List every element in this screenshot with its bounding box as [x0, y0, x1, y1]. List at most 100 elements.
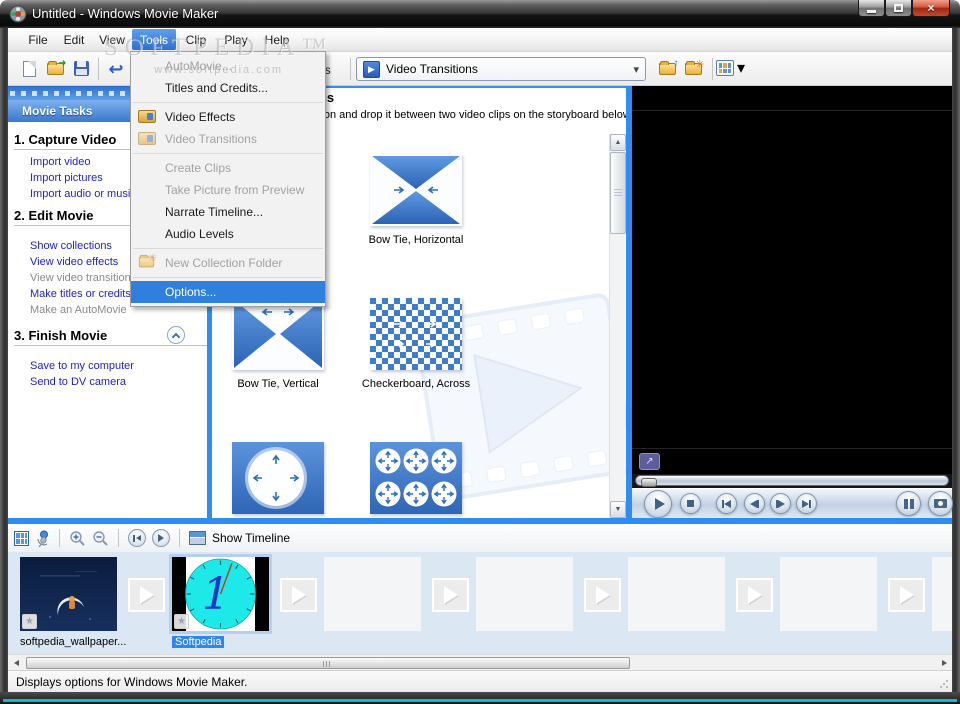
storyboard-empty-slot[interactable]	[780, 557, 877, 631]
menu-file[interactable]: File	[20, 29, 56, 50]
scroll-down-button[interactable]: ▼	[610, 501, 626, 518]
task-link-import-video[interactable]: Import video	[30, 156, 91, 168]
transition-checkerboard-across[interactable]	[370, 298, 462, 370]
finish-movie-heading[interactable]: 3. Finish Movie	[14, 328, 107, 343]
seek-track[interactable]	[635, 475, 949, 487]
scroll-right-button[interactable]	[936, 656, 952, 670]
fullscreen-button[interactable]: ↗	[639, 453, 660, 470]
close-button[interactable]: ×	[912, 0, 950, 17]
resize-grip[interactable]	[939, 679, 949, 689]
narrate-mic-icon[interactable]	[35, 530, 50, 547]
take-picture-button[interactable]	[928, 491, 953, 516]
menu-item-create-clips[interactable]: Create Clips	[131, 157, 325, 179]
scrollbar-thumb[interactable]	[26, 657, 630, 669]
transition-bowtie-vertical[interactable]	[232, 298, 324, 370]
open-project-button[interactable]: ➜	[42, 56, 68, 82]
menu-clip[interactable]: Clip	[176, 29, 216, 50]
menu-item-automovie[interactable]: AutoMovie...	[131, 55, 325, 77]
play-button[interactable]	[644, 490, 672, 518]
content-scrollbar[interactable]: ▲ ▼	[609, 134, 626, 518]
storyboard-clip-2[interactable]: 1 ★	[169, 554, 272, 634]
save-project-button[interactable]	[68, 56, 94, 82]
step-back-button[interactable]	[744, 493, 765, 514]
up-one-level-button[interactable]: ↑	[654, 56, 680, 82]
scroll-left-icon	[13, 660, 19, 666]
task-link-make-titles[interactable]: Make titles or credits	[30, 288, 131, 300]
collection-selector-combobox[interactable]: ▶ Video Transitions ▾	[356, 57, 646, 81]
step-forward-button[interactable]	[770, 493, 791, 514]
transition-arrow-icon	[139, 586, 154, 604]
task-link-show-collections[interactable]: Show collections	[30, 240, 112, 252]
video-effects-icon	[138, 110, 156, 123]
movie-maker-window: Untitled - Windows Movie Maker × File Ed…	[0, 0, 960, 704]
scroll-up-button[interactable]: ▲	[610, 134, 626, 151]
task-link-send-dv[interactable]: Send to DV camera	[30, 376, 126, 388]
menu-item-take-picture[interactable]: Take Picture from Preview	[131, 179, 325, 201]
task-link-save-computer[interactable]: Save to my computer	[30, 360, 134, 372]
menu-item-titles-credits[interactable]: Titles and Credits...	[131, 77, 325, 99]
task-link-view-video-effects[interactable]: View video effects	[30, 256, 118, 268]
undo-button[interactable]: ↩	[103, 56, 129, 82]
next-frame-button[interactable]	[796, 493, 817, 514]
capture-video-heading[interactable]: 1. Capture Video	[14, 132, 116, 147]
transition-slot-1[interactable]	[128, 578, 165, 612]
show-timeline-button[interactable]: Show Timeline	[212, 531, 290, 545]
stop-button[interactable]	[680, 493, 701, 514]
scroll-left-button[interactable]	[8, 656, 24, 670]
transition-slot-5[interactable]	[736, 578, 773, 612]
menu-tools[interactable]: Tools	[132, 29, 176, 50]
storyboard-empty-slot[interactable]	[324, 557, 421, 631]
video-transitions-icon	[138, 132, 156, 145]
transition-slot-3[interactable]	[432, 578, 469, 612]
zoom-out-icon[interactable]	[92, 530, 109, 547]
new-project-button[interactable]	[16, 56, 42, 82]
split-clip-button[interactable]	[896, 491, 921, 516]
step-back-icon	[750, 499, 757, 508]
clip-label-selected[interactable]: Softpedia	[172, 636, 225, 648]
storyboard-empty-slot[interactable]	[628, 557, 725, 631]
minimize-icon	[867, 9, 876, 13]
transition-bowtie-horizontal[interactable]	[370, 154, 462, 226]
transition-circles[interactable]	[370, 442, 462, 514]
minimize-button[interactable]	[858, 0, 885, 17]
split-icon	[903, 498, 914, 509]
collapse-section-button[interactable]	[167, 326, 185, 344]
task-link-import-pictures[interactable]: Import pictures	[30, 172, 103, 184]
new-collection-button[interactable]: ✳	[680, 56, 706, 82]
camera-icon	[934, 499, 947, 508]
expand-icon: ↗	[645, 456, 654, 467]
menu-play[interactable]: Play	[216, 29, 256, 50]
seek-bar	[632, 474, 952, 488]
task-link-import-audio[interactable]: Import audio or music	[30, 188, 136, 200]
transition-slot-4[interactable]	[584, 578, 621, 612]
seek-thumb[interactable]	[641, 478, 657, 487]
menu-item-video-effects[interactable]: Video Effects	[131, 106, 325, 128]
transition-circle[interactable]	[232, 442, 324, 514]
storyboard-empty-slot[interactable]	[476, 557, 573, 631]
storyboard-empty-slot[interactable]	[932, 557, 952, 631]
storyboard-scrollbar[interactable]	[8, 654, 952, 670]
scroll-right-icon	[941, 660, 947, 666]
menu-edit[interactable]: Edit	[56, 29, 92, 50]
menu-item-video-transitions[interactable]: Video Transitions	[131, 128, 325, 150]
views-button[interactable]: ▾	[716, 58, 745, 78]
scrollbar-thumb[interactable]	[610, 152, 626, 234]
play-storyboard-button[interactable]	[152, 529, 170, 547]
menu-separator	[133, 277, 323, 278]
edit-movie-heading[interactable]: 2. Edit Movie	[14, 208, 93, 223]
storyboard-clip-1[interactable]: ★	[20, 557, 117, 631]
menu-item-new-collection-folder[interactable]: ✳ New Collection Folder	[131, 252, 325, 274]
menu-item-narrate-timeline[interactable]: Narrate Timeline...	[131, 201, 325, 223]
menu-help[interactable]: Help	[256, 29, 298, 50]
rewind-storyboard-button[interactable]	[128, 529, 146, 547]
storyboard-view-icon[interactable]	[14, 530, 29, 546]
menu-view[interactable]: View	[92, 29, 132, 50]
clip-label[interactable]: softpedia_wallpaper...	[20, 636, 126, 648]
previous-frame-button[interactable]	[716, 493, 737, 514]
maximize-button[interactable]	[885, 0, 912, 17]
transition-slot-6[interactable]	[888, 578, 925, 612]
menu-item-audio-levels[interactable]: Audio Levels	[131, 223, 325, 245]
menu-item-options[interactable]: Options...	[131, 281, 325, 303]
transition-slot-2[interactable]	[280, 578, 317, 612]
zoom-in-icon[interactable]	[69, 530, 86, 547]
